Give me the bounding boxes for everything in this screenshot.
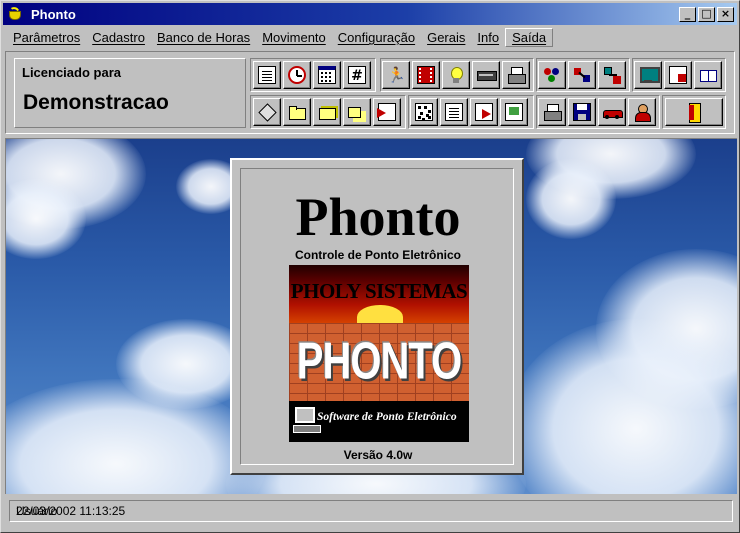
calendar-button[interactable]	[313, 61, 341, 89]
car-button[interactable]	[598, 98, 626, 126]
menu-gerais[interactable]: Gerais	[421, 28, 471, 47]
report-icon	[505, 103, 523, 121]
company-logo: PHOLY SISTEMAS PHONTO Software de Ponto …	[289, 265, 469, 442]
car-icon	[603, 103, 623, 121]
document-red-icon	[669, 66, 687, 84]
license-box: Licenciado para Demonstracao	[14, 58, 246, 128]
network-button[interactable]	[598, 61, 626, 89]
person-button[interactable]	[628, 98, 656, 126]
monitor-button[interactable]	[634, 61, 662, 89]
book-button[interactable]	[694, 61, 722, 89]
logo-tagline: Software de Ponto Eletrônico	[317, 411, 457, 423]
hash-icon: #	[348, 66, 366, 84]
document-icon	[258, 66, 276, 84]
status-datetime: 22/03/2002 11:13:25	[16, 504, 126, 518]
app-coffee-icon[interactable]	[7, 4, 25, 23]
folder-open-button[interactable]	[313, 98, 341, 126]
export-button[interactable]	[470, 98, 498, 126]
maximize-button[interactable]: □	[698, 6, 715, 22]
import-icon	[377, 103, 396, 121]
document-button[interactable]	[253, 61, 281, 89]
logo-product-name: PHONTO	[296, 333, 462, 391]
folder-icon	[288, 103, 306, 121]
toolbar-panel: Licenciado para Demonstracao # 🏃	[5, 51, 735, 134]
title-bar[interactable]: Phonto _ □ ×	[3, 3, 737, 25]
export-icon	[475, 103, 493, 121]
print-doc-icon	[543, 103, 562, 121]
calendar-icon	[318, 66, 336, 84]
monitor-icon	[639, 66, 660, 84]
bulb-button[interactable]	[442, 61, 470, 89]
arrows-button[interactable]	[568, 61, 596, 89]
person-icon	[633, 103, 651, 122]
folders-button[interactable]	[343, 98, 371, 126]
menu-movimento[interactable]: Movimento	[256, 28, 332, 47]
exit-button[interactable]	[665, 98, 723, 126]
version-label: Versão 4.0w	[343, 448, 413, 462]
arrows-icon	[573, 66, 591, 84]
people-icon	[543, 66, 561, 84]
document-red-button[interactable]	[664, 61, 692, 89]
save-button[interactable]	[568, 98, 596, 126]
card-icon	[477, 66, 497, 84]
tag-button[interactable]	[253, 98, 281, 126]
menu-configuracao[interactable]: Configuração	[332, 28, 421, 47]
menu-cadastro[interactable]: Cadastro	[86, 28, 151, 47]
grid-doc-icon	[415, 103, 433, 121]
main-window: Phonto _ □ × Parâmetros Cadastro Banco d…	[0, 0, 740, 533]
book-icon	[699, 66, 717, 84]
window-title: Phonto	[31, 6, 76, 22]
menu-info[interactable]: Info	[471, 28, 505, 47]
save-icon	[573, 103, 591, 121]
edit-doc-button[interactable]	[440, 98, 468, 126]
menu-saida[interactable]: Saída	[505, 28, 554, 47]
menu-parametros[interactable]: Parâmetros	[7, 28, 86, 47]
print-doc-button[interactable]	[538, 98, 566, 126]
splash-frame: Phonto Controle de Ponto Eletrônico PHOL…	[240, 168, 514, 465]
close-button[interactable]: ×	[717, 6, 734, 22]
runner-button[interactable]: 🏃	[382, 61, 410, 89]
edit-doc-icon	[445, 103, 463, 121]
hash-button[interactable]: #	[343, 61, 371, 89]
cloud	[526, 159, 616, 239]
card-button[interactable]	[472, 61, 500, 89]
tag-icon	[258, 103, 276, 121]
film-button[interactable]	[412, 61, 440, 89]
license-label: Licenciado para	[22, 65, 121, 80]
folders-icon	[348, 103, 366, 121]
status-user-panel: Usuário 22/03/2002 11:13:25	[9, 500, 733, 522]
folder-button[interactable]	[283, 98, 311, 126]
status-bar: Usuário 22/03/2002 11:13:25	[5, 496, 737, 528]
bulb-icon	[447, 66, 465, 84]
splash-panel: Phonto Controle de Ponto Eletrônico PHOL…	[230, 158, 524, 475]
folder-open-icon	[318, 103, 336, 121]
splash-title: Phonto	[295, 187, 461, 247]
license-value: Demonstracao	[23, 91, 169, 114]
report-button[interactable]	[500, 98, 528, 126]
exit-icon	[685, 103, 703, 123]
film-icon	[417, 66, 435, 84]
runner-icon: 🏃	[387, 66, 406, 84]
clock-icon	[288, 66, 306, 84]
menu-bar: Parâmetros Cadastro Banco de Horas Movim…	[3, 27, 737, 48]
splash-subtitle: Controle de Ponto Eletrônico	[294, 248, 461, 262]
clock-button[interactable]	[283, 61, 311, 89]
printer-button[interactable]	[502, 61, 530, 89]
menu-banco-de-horas[interactable]: Banco de Horas	[151, 28, 256, 47]
import-button[interactable]	[373, 98, 401, 126]
minimize-button[interactable]: _	[679, 6, 696, 22]
network-icon	[603, 66, 621, 84]
logo-footer: Software de Ponto Eletrônico	[289, 401, 469, 442]
cloud	[506, 319, 737, 494]
computer-icon	[293, 407, 321, 433]
printer-icon	[507, 66, 526, 84]
people-button[interactable]	[538, 61, 566, 89]
logo-company-name: PHOLY SISTEMAS	[290, 279, 468, 303]
grid-doc-button[interactable]	[410, 98, 438, 126]
